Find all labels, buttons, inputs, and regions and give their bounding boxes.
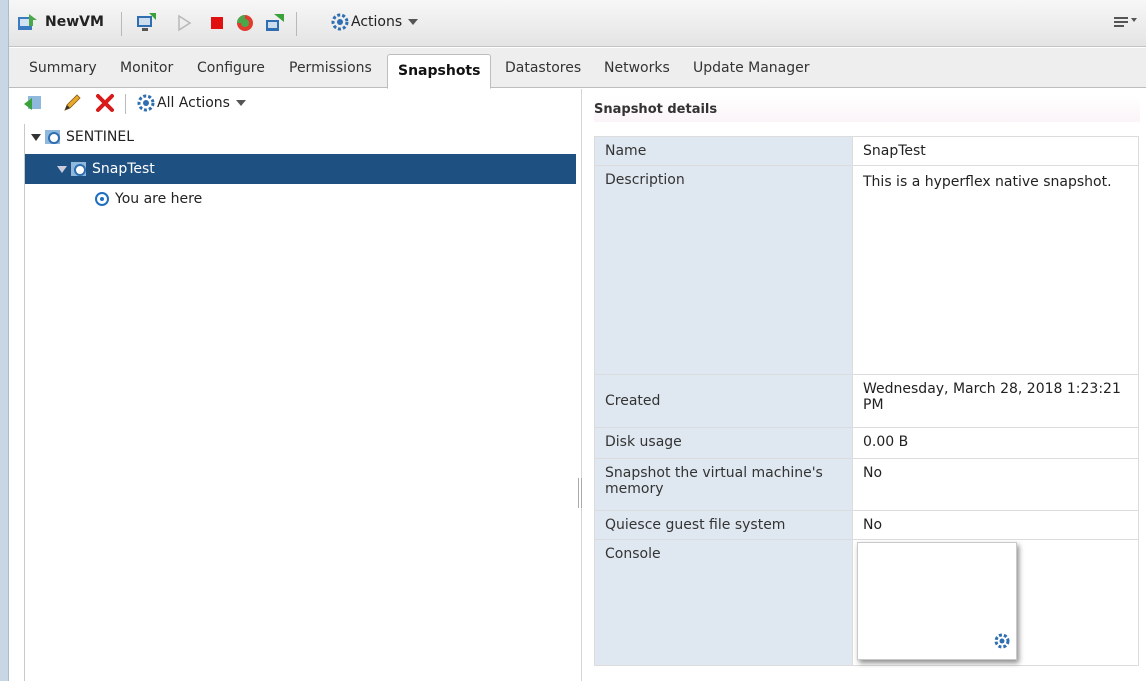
tab-summary[interactable]: Summary xyxy=(29,60,97,76)
vm-toolbar: NewVM Actions xyxy=(9,0,1146,47)
snapshot-details-header: Snapshot details xyxy=(594,96,1140,122)
all-actions-label: All Actions xyxy=(157,95,230,111)
snapshot-tree: SENTINEL SnapTest You are here xyxy=(24,122,576,681)
expand-arrow-icon[interactable] xyxy=(31,133,41,141)
detail-value: No xyxy=(852,510,1139,540)
actions-label: Actions xyxy=(351,14,403,30)
reset-icon[interactable] xyxy=(234,12,256,34)
tab-configure[interactable]: Configure xyxy=(197,60,265,76)
tab-datastores[interactable]: Datastores xyxy=(505,60,581,76)
edit-pencil-icon[interactable] xyxy=(61,92,83,114)
detail-key: Disk usage xyxy=(594,427,853,459)
detail-key: Quiesce guest file system xyxy=(594,510,853,540)
vm-title: NewVM xyxy=(17,11,104,33)
all-actions-gear-icon xyxy=(135,92,157,114)
detail-value: 0.00 B xyxy=(852,427,1139,459)
actions-gear-icon xyxy=(329,11,351,33)
detail-value: Wednesday, March 28, 2018 1:23:21 PM xyxy=(852,374,1139,428)
revert-snapshot-icon[interactable] xyxy=(23,92,45,114)
tab-update-manager[interactable]: Update Manager xyxy=(693,60,810,76)
toolbar-divider xyxy=(296,12,297,36)
all-actions-caret-icon xyxy=(235,100,246,106)
detail-row: Created Wednesday, March 28, 2018 1:23:2… xyxy=(594,374,1139,428)
expand-arrow-icon[interactable] xyxy=(57,165,67,173)
migrate-icon[interactable] xyxy=(264,12,286,34)
tree-current-label: You are here xyxy=(115,191,203,207)
vm-icon xyxy=(17,11,39,33)
snapshot-icon xyxy=(70,160,88,178)
actions-menu[interactable]: Actions xyxy=(329,11,419,33)
you-are-here-icon xyxy=(95,192,109,206)
tab-bar: Summary Monitor Configure Permissions Sn… xyxy=(9,48,1146,89)
console-settings-gear-icon[interactable] xyxy=(992,631,1012,655)
detail-row: Console xyxy=(594,539,1139,666)
pane-divider xyxy=(581,89,582,681)
tree-root-label: SENTINEL xyxy=(66,129,135,145)
left-edge-bar xyxy=(0,0,9,681)
detail-value: This is a hyperflex native snapshot. xyxy=(852,165,1139,375)
vm-name-label: NewVM xyxy=(45,14,104,30)
vm-snapshot-icon xyxy=(44,128,62,146)
detail-key: Created xyxy=(594,374,853,428)
detail-key: Snapshot the virtual machine's memory xyxy=(594,458,853,511)
detail-value xyxy=(852,539,1139,666)
tree-snapshot-label: SnapTest xyxy=(92,161,155,177)
tab-snapshots[interactable]: Snapshots xyxy=(387,54,492,89)
snapshot-details-table: Name SnapTest Description This is a hype… xyxy=(594,136,1139,666)
all-actions-menu[interactable]: All Actions xyxy=(135,92,246,114)
detail-row: Snapshot the virtual machine's memory No xyxy=(594,458,1139,511)
tree-row-snapshot[interactable]: SnapTest xyxy=(25,154,576,184)
detail-value: SnapTest xyxy=(852,136,1139,166)
detail-key: Name xyxy=(594,136,853,166)
detail-key: Description xyxy=(594,165,853,375)
actions-caret-icon xyxy=(408,19,419,25)
detail-row: Name SnapTest xyxy=(594,136,1139,166)
tree-row-root[interactable]: SENTINEL xyxy=(25,122,576,152)
tree-row-current[interactable]: You are here xyxy=(25,184,576,214)
power-off-icon[interactable] xyxy=(206,12,228,34)
console-thumbnail[interactable] xyxy=(857,542,1017,660)
toolbar-divider xyxy=(121,12,122,36)
toolbar-divider xyxy=(125,94,126,114)
overflow-menu-icon[interactable] xyxy=(1110,10,1140,34)
tab-permissions[interactable]: Permissions xyxy=(289,60,372,76)
detail-row: Disk usage 0.00 B xyxy=(594,427,1139,459)
pane-splitter-handle[interactable] xyxy=(578,478,582,508)
console-launch-icon[interactable] xyxy=(135,12,157,34)
detail-value: No xyxy=(852,458,1139,511)
tab-monitor[interactable]: Monitor xyxy=(120,60,173,76)
detail-key: Console xyxy=(594,539,853,666)
detail-row: Quiesce guest file system No xyxy=(594,510,1139,540)
delete-icon[interactable] xyxy=(94,92,116,114)
power-on-icon[interactable] xyxy=(173,12,195,34)
tab-networks[interactable]: Networks xyxy=(604,60,670,76)
detail-row: Description This is a hyperflex native s… xyxy=(594,165,1139,375)
snapshot-toolbar: All Actions xyxy=(9,89,574,117)
